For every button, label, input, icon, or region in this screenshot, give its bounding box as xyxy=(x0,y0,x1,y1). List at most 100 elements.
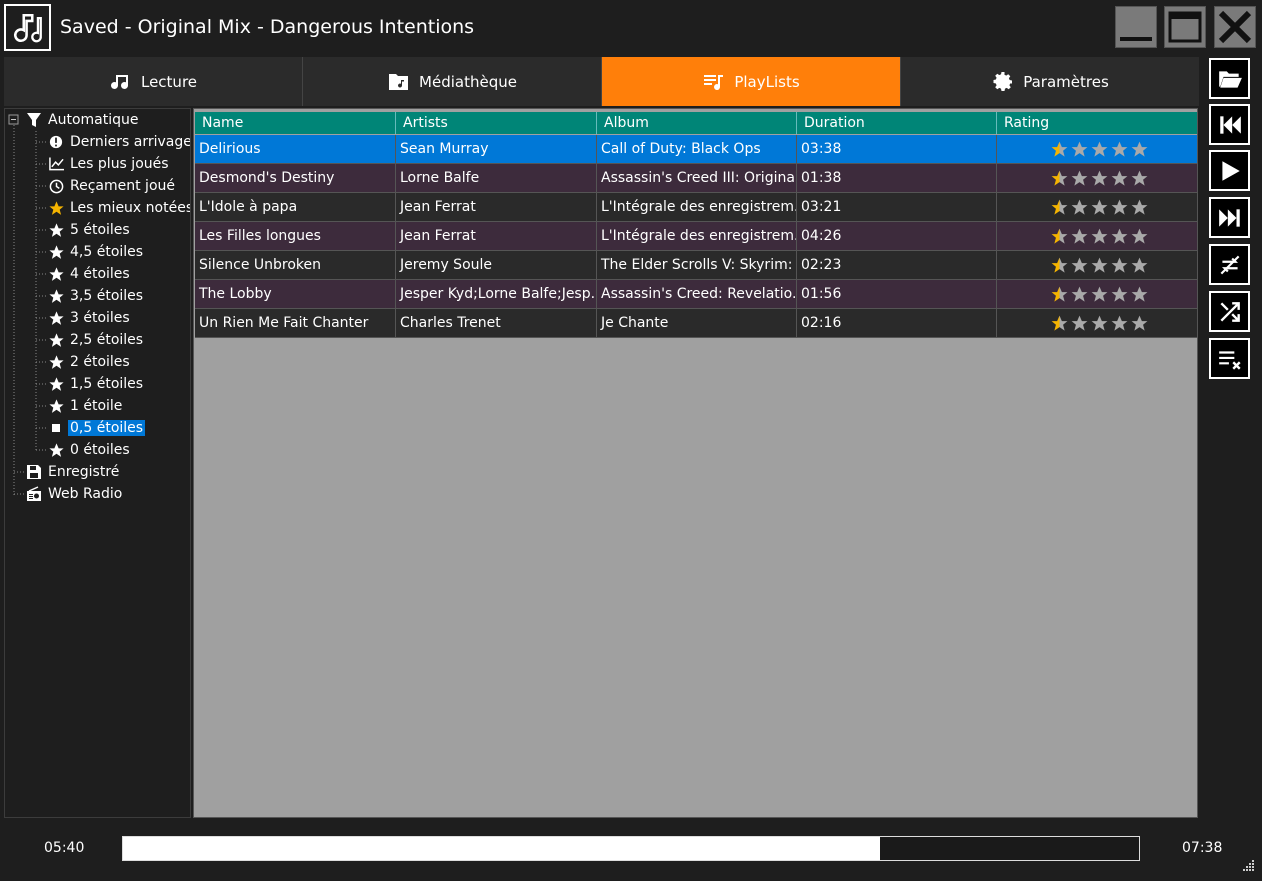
repeat-button[interactable] xyxy=(1209,244,1250,285)
tree-node-3-5-etoiles[interactable]: 3,5 étoiles xyxy=(47,285,145,307)
column-header-album[interactable]: Album xyxy=(597,112,797,134)
column-header-name[interactable]: Name xyxy=(195,112,396,134)
star-icon[interactable] xyxy=(1110,169,1129,188)
star-icon[interactable] xyxy=(1050,256,1069,275)
next-button[interactable] xyxy=(1209,197,1250,238)
star-icon[interactable] xyxy=(1090,198,1109,217)
open-folder-button[interactable] xyxy=(1209,58,1250,99)
cell-rating[interactable] xyxy=(997,135,1197,163)
cell-rating[interactable] xyxy=(997,193,1197,221)
star-icon[interactable] xyxy=(1130,198,1149,217)
grid-header: Name Artists Album Duration Rating xyxy=(195,112,1197,134)
cell-rating[interactable] xyxy=(997,280,1197,308)
rating-stars[interactable] xyxy=(1001,222,1197,250)
star-icon[interactable] xyxy=(1090,256,1109,275)
maximize-button[interactable] xyxy=(1164,6,1206,48)
table-row[interactable]: The Lobby Jesper Kyd;Lorne Balfe;Jesp... A… xyxy=(195,280,1197,309)
table-row[interactable]: Silence Unbroken Jeremy Soule The Elder Sc… xyxy=(195,251,1197,280)
tab-playlists[interactable]: PlayLists xyxy=(602,57,901,106)
star-icon[interactable] xyxy=(1130,227,1149,246)
previous-button[interactable] xyxy=(1209,104,1250,145)
square-icon xyxy=(47,419,65,437)
minimize-button[interactable] xyxy=(1115,6,1157,48)
shuffle-button[interactable] xyxy=(1209,291,1250,332)
tree-node-5-etoiles[interactable]: 5 étoiles xyxy=(47,219,132,241)
tree-node-les-plus-joues[interactable]: Les plus joués xyxy=(47,153,171,175)
tree-node-enregistre[interactable]: Enregistré xyxy=(25,461,121,483)
cell-duration: 02:23 xyxy=(797,251,997,279)
tree-node-2-etoiles[interactable]: 2 étoiles xyxy=(47,351,132,373)
cell-rating[interactable] xyxy=(997,309,1197,337)
tree-node-1-5-etoiles[interactable]: 1,5 étoiles xyxy=(47,373,145,395)
tree-node-recament-joue[interactable]: Reçament joué xyxy=(47,175,177,197)
column-header-artists[interactable]: Artists xyxy=(396,112,597,134)
star-icon[interactable] xyxy=(1050,227,1069,246)
tree-node-derniers-arrivages[interactable]: Derniers arrivages xyxy=(47,131,190,153)
star-icon[interactable] xyxy=(1110,256,1129,275)
star-icon[interactable] xyxy=(1110,285,1129,304)
star-icon[interactable] xyxy=(1070,227,1089,246)
table-row[interactable]: Les Filles longues Jean Ferrat L'Intégrale… xyxy=(195,222,1197,251)
tree-node-0-5-etoiles[interactable]: 0,5 étoiles xyxy=(47,417,146,439)
star-icon[interactable] xyxy=(1070,140,1089,159)
star-icon[interactable] xyxy=(1090,227,1109,246)
rating-stars[interactable] xyxy=(1001,251,1197,279)
star-icon[interactable] xyxy=(1050,169,1069,188)
star-icon[interactable] xyxy=(1110,314,1129,333)
star-icon[interactable] xyxy=(1070,314,1089,333)
clear-playlist-button[interactable] xyxy=(1209,338,1250,379)
star-icon[interactable] xyxy=(1090,140,1109,159)
tree-node-label: 0,5 étoiles xyxy=(68,420,146,436)
column-header-rating[interactable]: Rating xyxy=(997,112,1197,134)
tree-node-0-etoiles[interactable]: 0 étoiles xyxy=(47,439,132,461)
resize-grip-icon[interactable] xyxy=(1240,858,1256,874)
star-icon[interactable] xyxy=(1050,314,1069,333)
tree-node-2-5-etoiles[interactable]: 2,5 étoiles xyxy=(47,329,145,351)
tab-parametres[interactable]: Paramètres xyxy=(901,57,1199,106)
star-icon[interactable] xyxy=(1090,285,1109,304)
close-button[interactable] xyxy=(1214,6,1256,48)
column-header-duration[interactable]: Duration xyxy=(797,112,997,134)
star-icon[interactable] xyxy=(1110,227,1129,246)
tree-node-web-radio[interactable]: Web Radio xyxy=(25,483,124,505)
rating-stars[interactable] xyxy=(1001,164,1197,192)
progress-bar[interactable] xyxy=(122,836,1140,861)
star-icon[interactable] xyxy=(1130,140,1149,159)
play-button[interactable] xyxy=(1209,150,1250,191)
table-row[interactable]: Un Rien Me Fait Chanter Charles Trenet Je … xyxy=(195,309,1197,338)
tab-lecture[interactable]: Lecture xyxy=(4,57,303,106)
rating-stars[interactable] xyxy=(1001,280,1197,308)
star-icon[interactable] xyxy=(1110,198,1129,217)
cell-rating[interactable] xyxy=(997,251,1197,279)
star-icon[interactable] xyxy=(1130,314,1149,333)
rating-stars[interactable] xyxy=(1001,309,1197,337)
star-icon[interactable] xyxy=(1090,169,1109,188)
table-row[interactable]: Delirious Sean Murray Call of Duty: Black … xyxy=(195,135,1197,164)
tree-node-1-etoile[interactable]: 1 étoile xyxy=(47,395,124,417)
star-icon[interactable] xyxy=(1050,285,1069,304)
star-icon[interactable] xyxy=(1070,198,1089,217)
star-icon[interactable] xyxy=(1070,285,1089,304)
star-icon[interactable] xyxy=(1130,256,1149,275)
tree-node-4-5-etoiles[interactable]: 4,5 étoiles xyxy=(47,241,145,263)
rating-stars[interactable] xyxy=(1001,135,1197,163)
tree-node-automatique[interactable]: Automatique xyxy=(25,109,140,131)
cell-duration: 01:56 xyxy=(797,280,997,308)
star-icon[interactable] xyxy=(1050,198,1069,217)
star-icon[interactable] xyxy=(1110,140,1129,159)
rating-stars[interactable] xyxy=(1001,193,1197,221)
star-icon[interactable] xyxy=(1130,285,1149,304)
table-row[interactable]: L'Idole à papa Jean Ferrat L'Intégrale des… xyxy=(195,193,1197,222)
tree-node-3-etoiles[interactable]: 3 étoiles xyxy=(47,307,132,329)
star-icon[interactable] xyxy=(1070,169,1089,188)
tree-node-les-mieux-notees[interactable]: Les mieux notées xyxy=(47,197,190,219)
tree-node-4-etoiles[interactable]: 4 étoiles xyxy=(47,263,132,285)
cell-rating[interactable] xyxy=(997,222,1197,250)
star-icon[interactable] xyxy=(1090,314,1109,333)
star-icon[interactable] xyxy=(1050,140,1069,159)
star-icon[interactable] xyxy=(1070,256,1089,275)
cell-rating[interactable] xyxy=(997,164,1197,192)
star-icon[interactable] xyxy=(1130,169,1149,188)
table-row[interactable]: Desmond's Destiny Lorne Balfe Assassin's C… xyxy=(195,164,1197,193)
tab-mediatheque[interactable]: Médiathèque xyxy=(303,57,602,106)
